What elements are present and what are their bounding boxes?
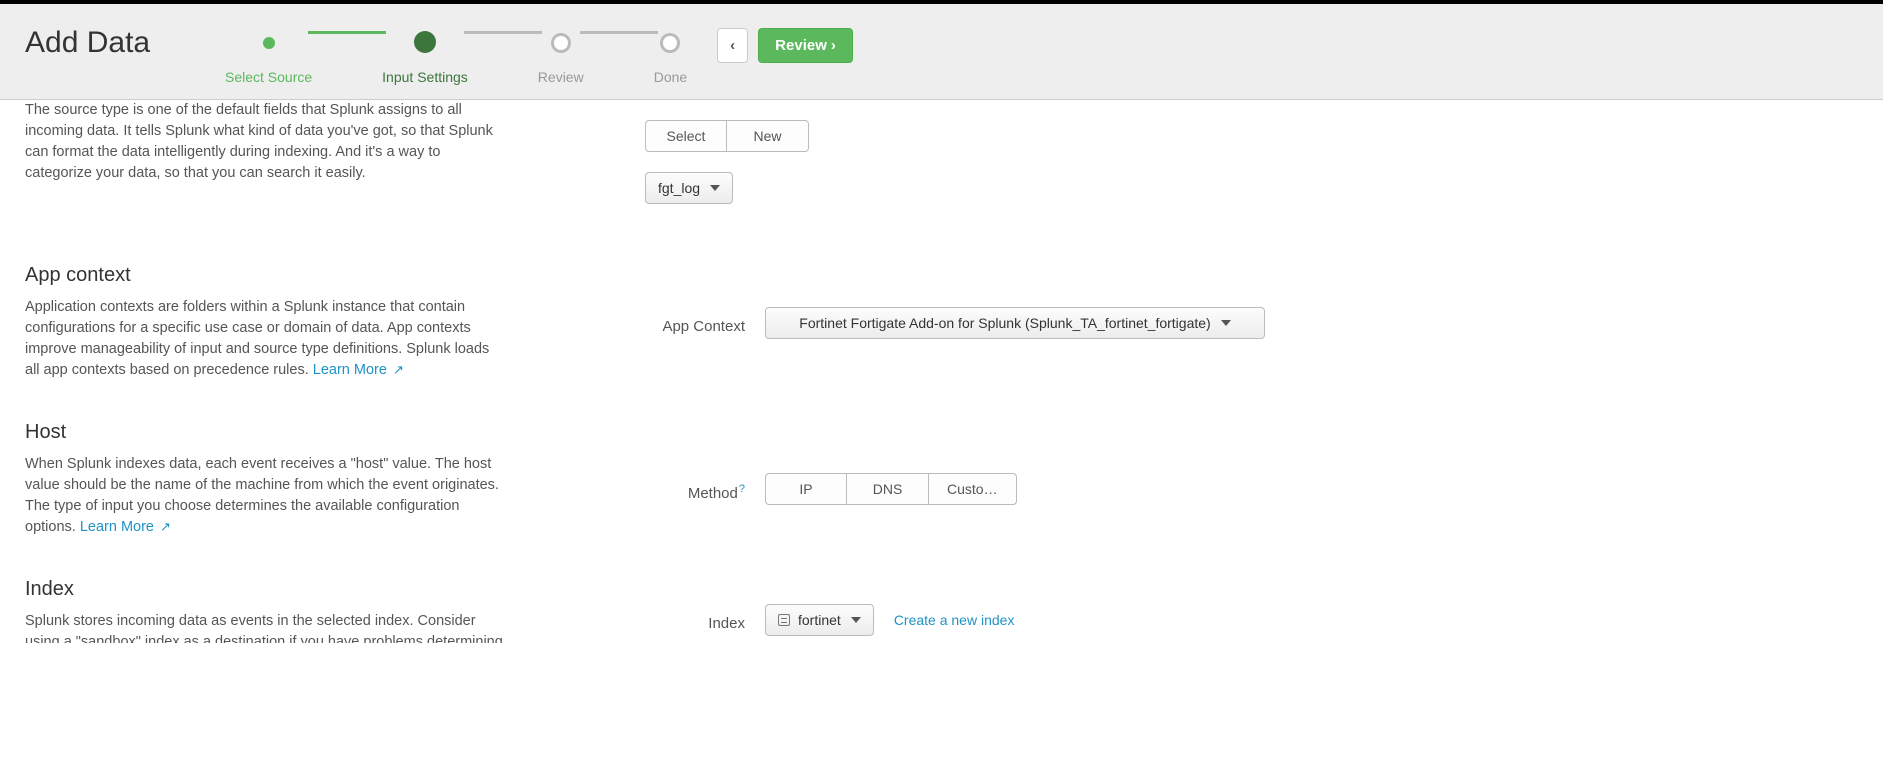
help-icon[interactable]: ? <box>739 483 745 495</box>
learn-more-link[interactable]: Learn More ↗ <box>80 519 171 535</box>
app-context-title: App context <box>25 264 505 287</box>
method-ip-button[interactable]: IP <box>765 473 847 505</box>
source-type-mode-toggle: Select New <box>645 120 809 152</box>
app-context-dropdown[interactable]: Fortinet Fortigate Add-on for Splunk (Sp… <box>765 307 1265 339</box>
external-link-icon: ↗ <box>393 362 404 377</box>
new-button[interactable]: New <box>727 120 809 152</box>
chevron-down-icon <box>710 185 720 191</box>
step-label: Review <box>538 69 584 85</box>
source-type-description: The source type is one of the default fi… <box>25 100 505 184</box>
step-label: Select Source <box>225 69 312 85</box>
method-label: Method? <box>645 475 765 502</box>
database-icon <box>778 614 790 626</box>
chevron-down-icon <box>851 617 861 623</box>
header-bar: Add Data Select Source Input Settings Re… <box>0 4 1883 100</box>
external-link-icon: ↗ <box>160 519 171 534</box>
index-title: Index <box>25 578 505 601</box>
create-new-index-link[interactable]: Create a new index <box>894 612 1015 628</box>
step-label: Done <box>654 69 687 85</box>
host-title: Host <box>25 421 505 444</box>
select-button[interactable]: Select <box>645 120 727 152</box>
source-type-dropdown[interactable]: fgt_log <box>645 172 733 204</box>
back-button[interactable]: ‹ <box>717 28 748 63</box>
wizard-steps: Select Source Input Settings Review Done <box>225 32 687 85</box>
app-context-description: Application contexts are folders within … <box>25 297 505 381</box>
step-label: Input Settings <box>382 69 468 85</box>
chevron-down-icon <box>1221 320 1231 326</box>
app-context-label: App Context <box>645 310 765 335</box>
index-dropdown[interactable]: fortinet <box>765 604 874 636</box>
host-description: When Splunk indexes data, each event rec… <box>25 454 505 538</box>
review-button[interactable]: Review › <box>758 28 853 63</box>
method-dns-button[interactable]: DNS <box>847 473 929 505</box>
chevron-left-icon: ‹ <box>730 37 735 54</box>
step-select-source[interactable]: Select Source <box>225 33 312 85</box>
index-description: Splunk stores incoming data as events in… <box>25 611 505 643</box>
step-input-settings[interactable]: Input Settings <box>382 32 468 85</box>
index-label: Index <box>645 607 765 632</box>
step-done[interactable]: Done <box>654 33 687 85</box>
learn-more-link[interactable]: Learn More ↗ <box>313 362 404 378</box>
host-method-toggle: IP DNS Custo… <box>765 473 1017 505</box>
method-custom-button[interactable]: Custo… <box>929 473 1017 505</box>
step-review[interactable]: Review <box>538 33 584 85</box>
chevron-right-icon: › <box>831 37 836 54</box>
page-title: Add Data <box>25 26 185 60</box>
